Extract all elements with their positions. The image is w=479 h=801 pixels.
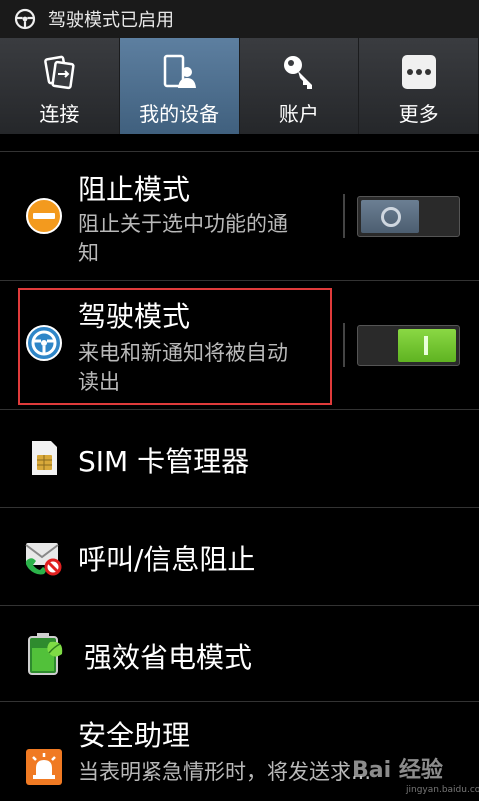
blocking-mode-icon [26,198,62,234]
tab-connections[interactable]: 连接 [0,38,120,134]
sim-card-icon [32,441,57,475]
tab-my-device[interactable]: 我的设备 [119,38,240,134]
more-icon [401,55,436,89]
emergency-alarm-icon [26,749,62,785]
tab-label: 账户 [278,102,319,126]
toggle-separator [343,194,345,238]
call-message-blocking-icon [25,543,62,576]
tab-label: 更多 [398,102,439,126]
tab-label: 我的设备 [139,102,220,126]
sim-manager-title: SIM 卡管理器 [78,445,250,478]
list-item-blocking-mode[interactable]: 阻止模式 阻止关于选中功能的通 知 [0,152,479,280]
highlight-annotation-box [18,288,332,405]
call-message-blocking-title: 呼叫/信息阻止 [78,543,256,576]
toggle-knob [361,200,419,233]
status-bar: 驾驶模式已启用 [0,0,479,39]
power-saving-title: 强效省电模式 [84,641,253,674]
blocking-mode-toggle[interactable] [357,196,460,237]
list-item-sim-manager[interactable]: SIM 卡管理器 [0,410,479,507]
watermark-logo: Bai 经验 [352,758,443,783]
battery-leaf-icon [28,633,63,675]
steering-wheel-icon [14,8,36,30]
driving-mode-toggle[interactable] [357,325,460,366]
my-device-icon [163,54,197,88]
tab-accounts[interactable]: 账户 [239,38,360,134]
toggle-separator [343,323,345,367]
blocking-mode-title: 阻止模式 [78,173,191,206]
key-icon [283,56,312,89]
toggle-off-ring-icon [381,207,401,227]
toggle-knob [398,329,456,362]
tab-label: 连接 [39,102,80,126]
tab-more[interactable]: 更多 [359,38,479,134]
list-item-call-message-blocking[interactable]: 呼叫/信息阻止 [0,508,479,605]
status-notification-text: 驾驶模式已启用 [48,10,174,31]
list-item-power-saving[interactable]: 强效省电模式 [0,606,479,701]
watermark-url: jingyan.baidu.com [406,785,479,795]
blocking-mode-subtitle: 阻止关于选中功能的通 知 [78,210,333,268]
safety-assistance-title: 安全助理 [78,719,191,752]
settings-tab-bar: 连接 我的设备 账户 更多 [0,38,479,134]
toggle-on-bar-icon [424,336,428,355]
blocking-mode-subtitle-line1: 阻止关于选中功能的通 [78,212,288,236]
connections-icon [44,55,75,90]
blocking-mode-subtitle-line2: 知 [78,241,99,265]
